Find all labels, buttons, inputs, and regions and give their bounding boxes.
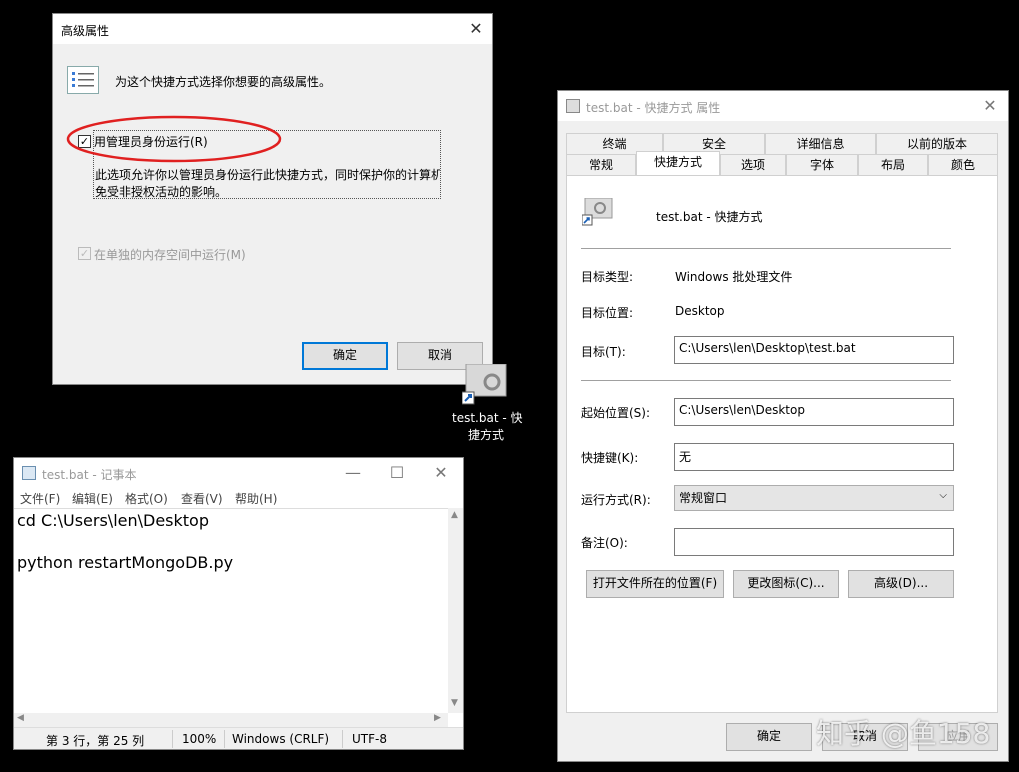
separate-memory-checkbox: ✓: [78, 247, 91, 260]
tab-shortcut[interactable]: 快捷方式: [636, 151, 720, 175]
vertical-scrollbar[interactable]: ▲ ▼: [448, 508, 463, 713]
properties-titlebar[interactable]: test.bat - 快捷方式 属性 ✕: [558, 91, 1008, 121]
tab-general[interactable]: 常规: [566, 154, 636, 176]
status-divider: [172, 730, 173, 748]
text-line-1: cd C:\Users\len\Desktop: [17, 511, 209, 530]
notepad-menubar: 文件(F) 编辑(E) 格式(O) 查看(V) 帮助(H): [14, 488, 463, 508]
menu-view[interactable]: 查看(V): [181, 490, 223, 507]
advanced-dialog-description: 为这个快捷方式选择你想要的高级属性。: [115, 75, 332, 89]
desktop-shortcut-label-line1: test.bat - 快: [452, 411, 523, 425]
notepad-icon: [22, 466, 36, 480]
status-encoding: UTF-8: [352, 732, 387, 746]
tab-previous-versions[interactable]: 以前的版本: [876, 133, 998, 155]
menu-help[interactable]: 帮助(H): [235, 490, 277, 507]
menu-edit[interactable]: 编辑(E): [72, 490, 113, 507]
scroll-down-icon[interactable]: ▼: [451, 698, 458, 708]
maximize-icon[interactable]: ☐: [385, 462, 409, 484]
notepad-titlebar[interactable]: test.bat - 记事本 — ☐ ✕: [14, 458, 463, 488]
notepad-text-area[interactable]: cd C:\Users\len\Desktop python restartMo…: [14, 508, 448, 713]
run-as-admin-help-line1: 此选项允许你以管理员身份运行此快捷方式，同时保护你的计算机: [95, 168, 440, 182]
open-file-location-button[interactable]: 打开文件所在的位置(F): [586, 570, 724, 598]
run-as-admin-help-line2: 免受非授权活动的影响。: [95, 185, 228, 199]
advanced-dialog-titlebar[interactable]: 高级属性 ✕: [53, 14, 492, 44]
separator: [581, 248, 951, 249]
status-divider: [224, 730, 225, 748]
desktop-shortcut-label-line2: 捷方式: [468, 428, 505, 442]
text-line-3: python restartMongoDB.py: [17, 553, 234, 572]
tab-layout[interactable]: 布局: [858, 154, 928, 176]
shortcut-title-icon: [566, 99, 580, 113]
close-icon[interactable]: ✕: [978, 95, 1002, 117]
comment-input[interactable]: [674, 528, 954, 556]
status-line-ending: Windows (CRLF): [232, 732, 330, 746]
close-icon[interactable]: ✕: [429, 462, 453, 484]
target-type-value: Windows 批处理文件: [675, 270, 793, 284]
properties-title: test.bat - 快捷方式 属性: [586, 101, 721, 115]
advanced-properties-dialog: 高级属性 ✕ 为这个快捷方式选择你想要的高级属性。 ✓ 用管理员身份运行(R) …: [52, 13, 493, 385]
properties-list-icon: [67, 66, 99, 94]
chevron-down-icon: ⌵: [939, 490, 947, 501]
notepad-statusbar: 第 3 行，第 25 列 100% Windows (CRLF) UTF-8: [14, 727, 463, 749]
horizontal-scrollbar[interactable]: ◀ ▶: [14, 713, 448, 727]
notepad-window: test.bat - 记事本 — ☐ ✕ 文件(F) 编辑(E) 格式(O) 查…: [13, 457, 464, 750]
hotkey-label: 快捷键(K):: [581, 451, 639, 465]
target-type-label: 目标类型:: [581, 270, 634, 284]
advanced-dialog-title: 高级属性: [61, 24, 110, 38]
scroll-up-icon[interactable]: ▲: [451, 510, 458, 520]
tab-details[interactable]: 详细信息: [765, 133, 876, 155]
run-select-value: 常规窗口: [679, 491, 728, 505]
ok-button[interactable]: 确定: [302, 342, 388, 370]
run-label: 运行方式(R):: [581, 493, 651, 507]
separator: [581, 380, 951, 381]
target-input[interactable]: C:\Users\len\Desktop\test.bat: [674, 336, 954, 364]
tab-font[interactable]: 字体: [786, 154, 858, 176]
change-icon-button[interactable]: 更改图标(C)...: [733, 570, 839, 598]
comment-label: 备注(O):: [581, 536, 628, 550]
separate-memory-label: 在单独的内存空间中运行(M): [94, 248, 246, 262]
advanced-button[interactable]: 高级(D)...: [848, 570, 954, 598]
menu-file[interactable]: 文件(F): [20, 490, 60, 507]
red-annotation-ellipse: [66, 115, 282, 163]
status-position: 第 3 行，第 25 列: [46, 734, 145, 748]
scroll-right-icon[interactable]: ▶: [434, 713, 441, 723]
notepad-title: test.bat - 记事本: [42, 468, 137, 482]
scroll-left-icon[interactable]: ◀: [17, 713, 24, 723]
target-label: 目标(T):: [581, 345, 626, 359]
shortcut-properties-window: test.bat - 快捷方式 属性 ✕ 终端 安全 详细信息 以前的版本 常规…: [557, 90, 1009, 762]
tab-options[interactable]: 选项: [720, 154, 786, 176]
shortcut-name: test.bat - 快捷方式: [656, 210, 763, 224]
properties-ok-button[interactable]: 确定: [726, 723, 812, 751]
gear-file-icon: [461, 363, 507, 405]
target-location-label: 目标位置:: [581, 306, 634, 320]
desktop-shortcut-icon[interactable]: [461, 363, 508, 406]
run-select[interactable]: 常规窗口 ⌵: [674, 485, 954, 511]
shortcut-file-icon: [581, 197, 614, 226]
target-location-value: Desktop: [675, 304, 725, 318]
start-in-input[interactable]: C:\Users\len\Desktop: [674, 398, 954, 426]
close-icon[interactable]: ✕: [464, 18, 488, 40]
status-divider: [342, 730, 343, 748]
tab-colors[interactable]: 颜色: [928, 154, 998, 176]
hotkey-input[interactable]: 无: [674, 443, 954, 471]
minimize-icon[interactable]: —: [341, 462, 365, 484]
start-in-label: 起始位置(S):: [581, 406, 651, 420]
status-zoom: 100%: [182, 732, 217, 746]
shortcut-tab-page: test.bat - 快捷方式 目标类型: Windows 批处理文件 目标位置…: [566, 175, 998, 713]
menu-format[interactable]: 格式(O): [125, 490, 168, 507]
watermark: 知乎 @鱼158: [816, 717, 991, 750]
